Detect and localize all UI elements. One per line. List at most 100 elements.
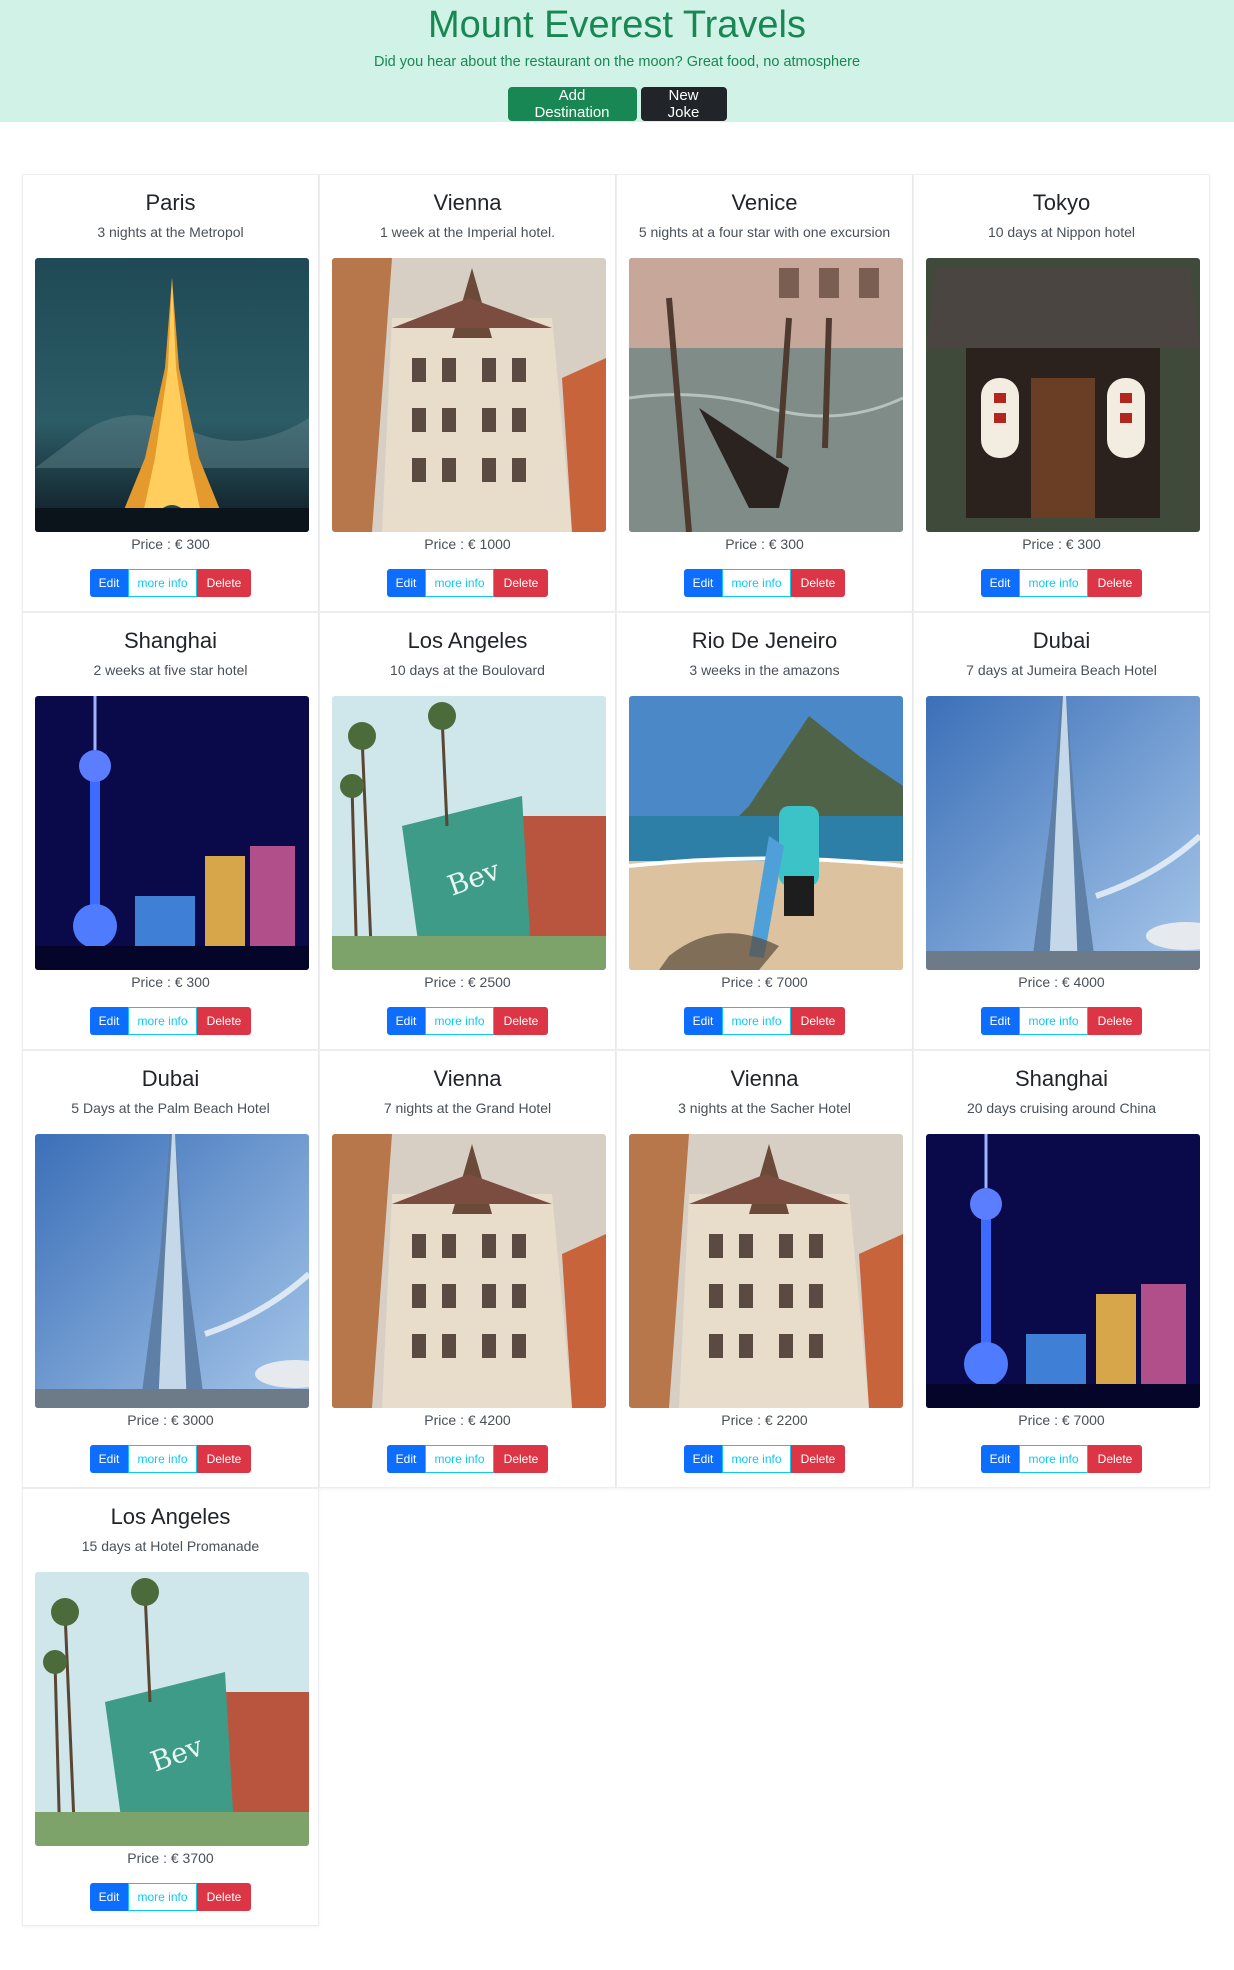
- delete-button[interactable]: Delete: [494, 569, 548, 597]
- destination-card: Los Angeles 15 days at Hotel Promanade B…: [22, 1488, 319, 1926]
- more-info-button[interactable]: more info: [128, 1883, 197, 1911]
- destination-price: Price : € 4200: [424, 1412, 511, 1428]
- delete-button[interactable]: Delete: [1088, 1445, 1142, 1473]
- delete-button[interactable]: Delete: [1088, 569, 1142, 597]
- card-actions: Edit more info Delete: [617, 1445, 912, 1473]
- destination-title: Vienna: [433, 190, 502, 215]
- edit-button[interactable]: Edit: [90, 1883, 128, 1911]
- shanghai-tower-image: [35, 696, 309, 970]
- card-actions: Edit more info Delete: [914, 1007, 1209, 1035]
- burj-khalifa-image: [35, 1134, 309, 1408]
- shanghai-tower-image: [926, 1134, 1200, 1408]
- destination-title: Rio De Jeneiro: [691, 628, 838, 653]
- joke-text: Did you hear about the restaurant on the…: [373, 54, 861, 70]
- more-info-button[interactable]: more info: [1019, 1007, 1088, 1035]
- destination-price: Price : € 2200: [721, 1412, 808, 1428]
- destination-description: 2 weeks at five star hotel: [93, 662, 248, 678]
- destination-price: Price : € 4000: [1018, 974, 1105, 990]
- edit-button[interactable]: Edit: [684, 1445, 722, 1473]
- destination-price: Price : € 300: [131, 536, 210, 552]
- destination-description: 3 nights at the Metropol: [97, 224, 244, 240]
- page-header: Mount Everest Travels Did you hear about…: [0, 0, 1234, 122]
- more-info-button[interactable]: more info: [128, 1445, 197, 1473]
- edit-button[interactable]: Edit: [90, 1007, 128, 1035]
- beverly-hills-image: Bev: [332, 696, 606, 970]
- destination-price: Price : € 7000: [721, 974, 808, 990]
- card-actions: Edit more info Delete: [617, 1007, 912, 1035]
- more-info-button[interactable]: more info: [722, 1445, 791, 1473]
- destination-price: Price : € 300: [725, 536, 804, 552]
- destination-description: 5 nights at a four star with one excursi…: [638, 224, 891, 240]
- destination-title: Tokyo: [1032, 190, 1091, 215]
- card-actions: Edit more info Delete: [914, 1445, 1209, 1473]
- destination-card: Venice 5 nights at a four star with one …: [616, 174, 913, 612]
- delete-button[interactable]: Delete: [791, 569, 845, 597]
- edit-button[interactable]: Edit: [387, 569, 425, 597]
- edit-button[interactable]: Edit: [981, 1007, 1019, 1035]
- delete-button[interactable]: Delete: [791, 1007, 845, 1035]
- card-actions: Edit more info Delete: [23, 569, 318, 597]
- destination-card: Paris 3 nights at the Metropol Price : €…: [22, 174, 319, 612]
- card-actions: Edit more info Delete: [23, 1445, 318, 1473]
- edit-button[interactable]: Edit: [981, 569, 1019, 597]
- vienna-building-image: [629, 1134, 903, 1408]
- destination-description: 1 week at the Imperial hotel.: [379, 224, 556, 240]
- delete-button[interactable]: Delete: [197, 1883, 251, 1911]
- edit-button[interactable]: Edit: [387, 1445, 425, 1473]
- edit-button[interactable]: Edit: [684, 1007, 722, 1035]
- destination-description: 7 days at Jumeira Beach Hotel: [966, 662, 1157, 678]
- tokyo-shrine-image: [926, 258, 1200, 532]
- add-destination-button[interactable]: Add Destination: [507, 87, 637, 121]
- card-actions: Edit more info Delete: [320, 1445, 615, 1473]
- edit-button[interactable]: Edit: [90, 1445, 128, 1473]
- edit-button[interactable]: Edit: [387, 1007, 425, 1035]
- destination-price: Price : € 300: [131, 974, 210, 990]
- card-actions: Edit more info Delete: [914, 569, 1209, 597]
- destination-description: 10 days at the Boulovard: [390, 662, 545, 678]
- card-actions: Edit more info Delete: [320, 569, 615, 597]
- more-info-button[interactable]: more info: [1019, 569, 1088, 597]
- destination-card: Los Angeles 10 days at the Boulovard Bev…: [319, 612, 616, 1050]
- more-info-button[interactable]: more info: [722, 569, 791, 597]
- destination-card: Dubai 7 days at Jumeira Beach Hotel Pric…: [913, 612, 1210, 1050]
- destination-title: Venice: [731, 190, 798, 215]
- header-actions: Add Destination New Joke: [0, 87, 1234, 121]
- burj-khalifa-image: [926, 696, 1200, 970]
- delete-button[interactable]: Delete: [197, 1007, 251, 1035]
- delete-button[interactable]: Delete: [1088, 1007, 1142, 1035]
- more-info-button[interactable]: more info: [425, 1007, 494, 1035]
- destination-price: Price : € 2500: [424, 974, 511, 990]
- more-info-button[interactable]: more info: [128, 1007, 197, 1035]
- eiffel-tower-image: [35, 258, 309, 532]
- more-info-button[interactable]: more info: [722, 1007, 791, 1035]
- destination-card: Shanghai 20 days cruising around China P…: [913, 1050, 1210, 1488]
- rio-beach-image: [629, 696, 903, 970]
- more-info-button[interactable]: more info: [1019, 1445, 1088, 1473]
- delete-button[interactable]: Delete: [197, 1445, 251, 1473]
- vienna-building-image: [332, 1134, 606, 1408]
- destination-description: 7 nights at the Grand Hotel: [383, 1100, 552, 1116]
- destination-description: 20 days cruising around China: [966, 1100, 1157, 1116]
- more-info-button[interactable]: more info: [425, 1445, 494, 1473]
- more-info-button[interactable]: more info: [128, 569, 197, 597]
- edit-button[interactable]: Edit: [90, 569, 128, 597]
- destination-title: Vienna: [730, 1066, 799, 1091]
- delete-button[interactable]: Delete: [494, 1445, 548, 1473]
- destination-description: 5 Days at the Palm Beach Hotel: [71, 1100, 270, 1116]
- destination-price: Price : € 7000: [1018, 1412, 1105, 1428]
- more-info-button[interactable]: more info: [425, 569, 494, 597]
- destination-title: Dubai: [1032, 628, 1091, 653]
- destination-description: 3 weeks in the amazons: [689, 662, 840, 678]
- card-actions: Edit more info Delete: [617, 569, 912, 597]
- destination-description: 3 nights at the Sacher Hotel: [678, 1100, 851, 1116]
- destination-price: Price : € 3700: [127, 1850, 214, 1866]
- edit-button[interactable]: Edit: [981, 1445, 1019, 1473]
- delete-button[interactable]: Delete: [197, 569, 251, 597]
- destination-card: Shanghai 2 weeks at five star hotel Pric…: [22, 612, 319, 1050]
- delete-button[interactable]: Delete: [494, 1007, 548, 1035]
- delete-button[interactable]: Delete: [791, 1445, 845, 1473]
- destination-title: Los Angeles: [110, 1504, 231, 1529]
- destination-title: Shanghai: [1015, 1066, 1108, 1091]
- new-joke-button[interactable]: New Joke: [640, 87, 727, 121]
- edit-button[interactable]: Edit: [684, 569, 722, 597]
